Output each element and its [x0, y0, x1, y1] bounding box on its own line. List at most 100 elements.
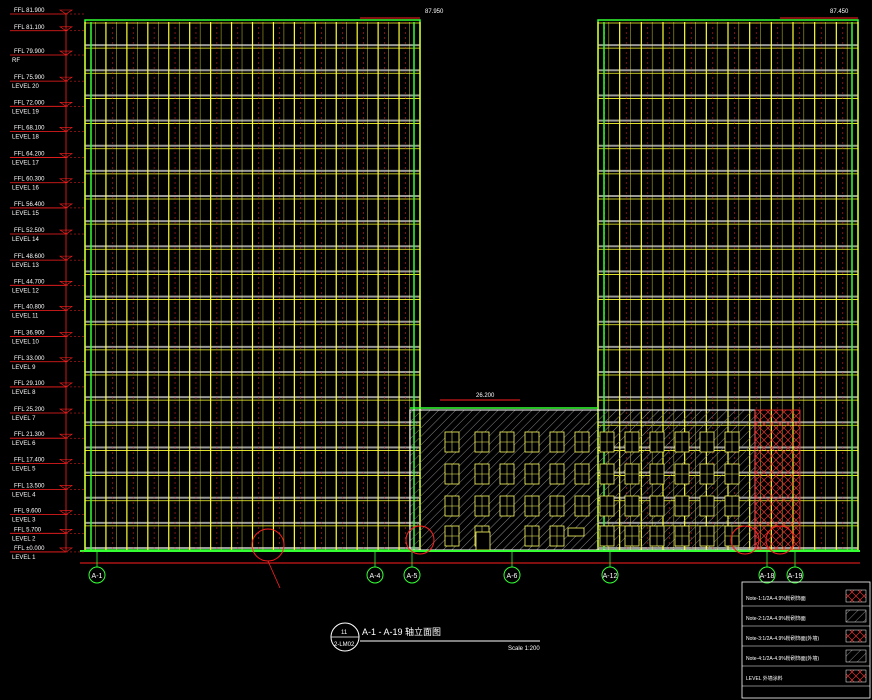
- level-elevation: FFL 75.900: [14, 75, 45, 81]
- level-elevation: FFL 44.700: [14, 279, 45, 285]
- level-triangle-icon: [59, 9, 73, 15]
- podium-vent: [567, 527, 585, 537]
- legend-swatch: [845, 649, 867, 663]
- axis-bubble: A-1: [88, 551, 106, 584]
- level-name: LEVEL 16: [12, 186, 39, 192]
- callout-circle-1: [251, 528, 285, 562]
- level-name: LEVEL 1: [12, 555, 36, 561]
- level-elevation: FFL 36.900: [14, 331, 45, 337]
- left-tower: [84, 19, 421, 551]
- title-sheet: 2-LM02: [334, 642, 355, 648]
- level-name: RF: [12, 58, 20, 64]
- level-marker: FFL 21.300 LEVEL 6: [10, 432, 85, 447]
- level-name: LEVEL 11: [12, 313, 39, 319]
- top-elevation-right: 87.450: [830, 9, 849, 15]
- level-elevation: FFL 79.900: [14, 49, 45, 55]
- level-elevation: FFL 9.600: [14, 509, 42, 515]
- axis-label: A-18: [760, 573, 775, 580]
- legend-label: Note-2:1/2A-4.9%粉刷饰面: [746, 615, 806, 622]
- axis-bubble: A-4: [366, 551, 384, 584]
- title-scale: Scale 1:200: [508, 646, 540, 652]
- level-marker: FFL 13.500 LEVEL 4: [10, 483, 85, 498]
- level-name: LEVEL 7: [12, 416, 36, 422]
- level-elevation: FFL 29.100: [14, 381, 45, 387]
- level-marker: FFL 64.200 LEVEL 17: [10, 152, 85, 167]
- axis-bubble: A-6: [503, 551, 521, 584]
- axis-label: A-12: [603, 573, 618, 580]
- podium-stair-core: [754, 409, 801, 551]
- level-elevation: FFL 17.400: [14, 457, 45, 463]
- level-marker: FFL 60.300 LEVEL 16: [10, 177, 85, 192]
- level-name: LEVEL 20: [12, 84, 39, 90]
- level-marker: FFL 68.100 LEVEL 18: [10, 125, 85, 140]
- level-elevation: FFL 64.200: [14, 152, 45, 158]
- level-marker: FFL 17.400 LEVEL 5: [10, 457, 85, 472]
- title-text: A-1 - A-19 轴立面图: [362, 626, 441, 637]
- top-elevation-podium: 26.200: [476, 393, 495, 399]
- level-name: LEVEL 6: [12, 441, 36, 447]
- legend-swatch: [845, 669, 867, 683]
- podium-entrance-door: [475, 531, 491, 551]
- level-marker: FFL 36.900 LEVEL 10: [10, 331, 85, 346]
- level-marker: FFL 52.500 LEVEL 14: [10, 228, 85, 243]
- level-elevation: FFL 48.600: [14, 254, 45, 260]
- left-tower-facade-grid: [84, 22, 421, 550]
- level-marker: FFL 29.100 LEVEL 8: [10, 381, 85, 396]
- axis-label: A-6: [507, 573, 518, 580]
- level-name: LEVEL 15: [12, 211, 39, 217]
- level-elevation: FFL 72.000: [14, 100, 45, 106]
- level-elevation: FFL 25.200: [14, 407, 45, 413]
- level-marker: FFL 40.800 LEVEL 11: [10, 304, 85, 319]
- axis-bubble: A-19: [786, 551, 804, 584]
- level-name: LEVEL 17: [12, 161, 39, 167]
- level-marker: FFL 33.000 LEVEL 9: [10, 356, 85, 371]
- level-marker: FFL 72.000 LEVEL 19: [10, 100, 85, 115]
- axis-label: A-19: [788, 573, 803, 580]
- level-name: LEVEL 19: [12, 109, 39, 115]
- podium-block: [409, 407, 801, 551]
- level-name: LEVEL 13: [12, 263, 39, 269]
- level-marker: FFL 44.700 LEVEL 12: [10, 279, 85, 294]
- level-elevation: FFL 40.800: [14, 304, 45, 310]
- level-elevation: FFL 5.700: [14, 527, 42, 533]
- legend-label: Note-4:1/2A-4.9%粉刷饰面(外墙): [746, 655, 819, 662]
- axis-bubble: A-5: [403, 551, 421, 584]
- level-name: LEVEL 12: [12, 288, 39, 294]
- level-markers: FFL 81.900 FFL 81.100 FFL 79.900 RF FFL 75.9…: [10, 8, 85, 561]
- legend-label: Note-3:1/2A-4.9%粉刷饰面(外墙): [746, 635, 819, 642]
- level-name: LEVEL 18: [12, 134, 39, 140]
- level-name: LEVEL 10: [12, 340, 39, 346]
- level-elevation: FFL 60.300: [14, 177, 45, 183]
- title-number: 11: [341, 630, 348, 636]
- axis-bubbles: A-1 A-4 A-5 A-6 A-12 A-18 A-19: [88, 551, 804, 584]
- level-name: LEVEL 3: [12, 518, 36, 524]
- level-marker: FFL 75.900 LEVEL 20: [10, 75, 85, 90]
- level-elevation: FFL 13.500: [14, 483, 45, 489]
- legend-swatch: [845, 589, 867, 603]
- level-elevation: FFL 81.100: [14, 25, 45, 31]
- axis-label: A-5: [407, 573, 418, 580]
- legend-label: Note-1:1/2A-4.9%粉刷饰面: [746, 595, 806, 602]
- level-elevation: FFL 56.400: [14, 202, 45, 208]
- legend-label: LEVEL 外墙涂料: [746, 675, 783, 682]
- callout-leader-1: [267, 560, 281, 589]
- top-elevation-left: 87.950: [425, 9, 444, 15]
- level-elevation: FFL 33.000: [14, 356, 45, 362]
- level-elevation: FFL 81.900: [14, 8, 45, 14]
- level-name: LEVEL 4: [12, 492, 36, 498]
- elevation-drawing: FFL 81.900 FFL 81.100 FFL 79.900 RF FFL 75.9…: [10, 8, 871, 699]
- level-marker: FFL 56.400 LEVEL 15: [10, 202, 85, 217]
- legend-swatch: [845, 609, 867, 623]
- level-marker: FFL 9.600 LEVEL 3: [10, 509, 85, 524]
- level-marker: FFL 79.900 RF: [10, 49, 85, 64]
- axis-bubble: A-18: [758, 551, 776, 584]
- axis-label: A-4: [370, 573, 381, 580]
- level-marker: FFL 5.700 LEVEL 2: [10, 527, 85, 542]
- level-marker: FFL 48.600 LEVEL 13: [10, 254, 85, 269]
- level-elevation: FFL 68.100: [14, 125, 45, 131]
- legend-swatch: [845, 629, 867, 643]
- level-marker: FFL ±0.000 LEVEL 1: [10, 546, 85, 561]
- level-name: LEVEL 2: [12, 536, 36, 542]
- level-marker: FFL 81.900: [10, 8, 85, 15]
- level-elevation: FFL 52.500: [14, 228, 45, 234]
